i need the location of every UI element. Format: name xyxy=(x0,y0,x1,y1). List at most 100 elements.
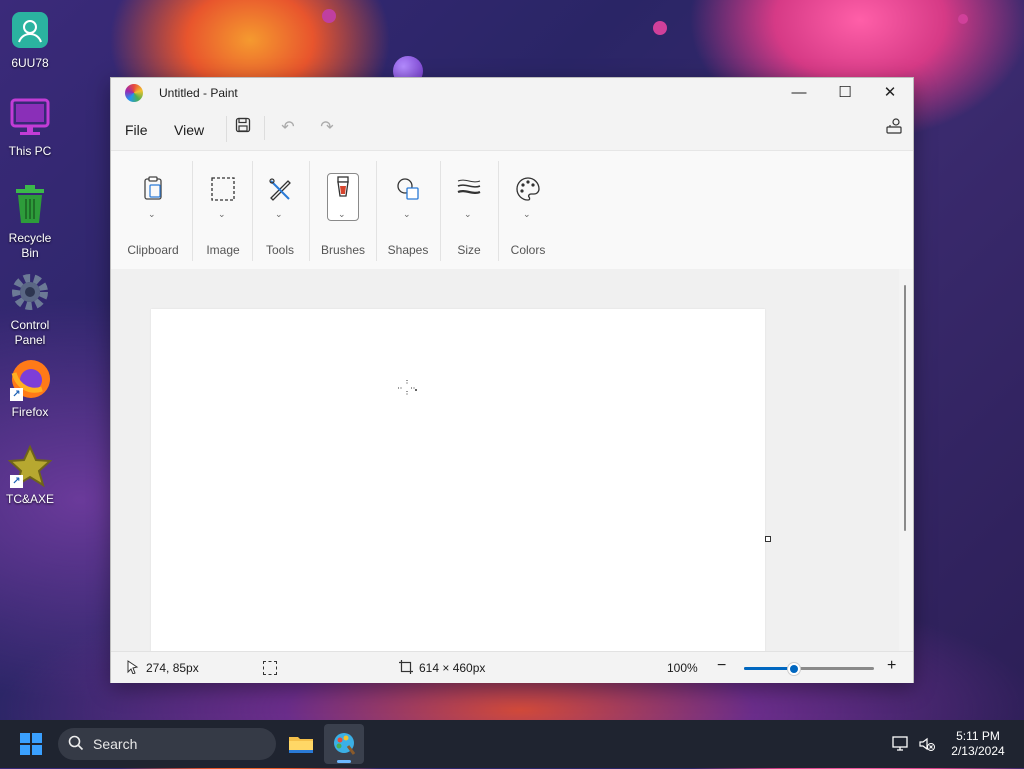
shortcut-arrow-icon: ↗ xyxy=(10,475,23,488)
desktop-icon-user[interactable]: 6UU78 xyxy=(2,8,58,71)
minimize-button[interactable]: — xyxy=(776,78,822,108)
canvas-size: 614 × 460px xyxy=(419,661,486,675)
title-bar[interactable]: Untitled - Paint — ☐ ✕ xyxy=(111,78,913,108)
menu-divider xyxy=(226,116,227,142)
redo-icon[interactable]: ↷ xyxy=(316,117,338,139)
vertical-scrollbar[interactable] xyxy=(899,269,913,651)
chevron-down-icon: ⌄ xyxy=(338,209,346,219)
ribbon-group-brushes[interactable]: ⌄ Brushes xyxy=(311,151,375,269)
ribbon-group-label: Tools xyxy=(265,243,294,257)
palette-icon xyxy=(512,173,544,205)
ribbon: ⌄ Clipboard ⌄ Image ⌄ Tools ⌄ Brushes ⌄ … xyxy=(111,150,913,270)
clipboard-icon xyxy=(137,173,169,205)
ribbon-group-clipboard[interactable]: ⌄ Clipboard xyxy=(121,151,185,269)
firefox-icon: ↗ xyxy=(8,357,52,401)
crosshair-cursor-icon xyxy=(397,379,419,397)
desktop-icon-label: TC&AXE xyxy=(5,492,54,506)
desktop-icon-label: Control Panel xyxy=(10,318,50,347)
gear-icon xyxy=(8,270,52,314)
size-icon xyxy=(453,173,485,205)
account-settings-icon[interactable] xyxy=(883,117,905,139)
file-explorer-icon[interactable] xyxy=(281,724,321,764)
desktop-icon-tcaxe[interactable]: ↗ TC&AXE xyxy=(2,444,58,507)
paint-window: Untitled - Paint — ☐ ✕ File View ↶ ↷ ⌄ C… xyxy=(110,77,914,683)
ribbon-group-shapes[interactable]: ⌄ Shapes xyxy=(377,151,439,269)
ribbon-group-image[interactable]: ⌄ Image xyxy=(195,151,251,269)
star-icon: ↗ xyxy=(7,444,53,488)
ribbon-group-label: Image xyxy=(206,243,240,257)
wallpaper-orb xyxy=(322,9,336,23)
shortcut-arrow-icon: ↗ xyxy=(10,388,23,401)
clock-date: 2/13/2024 xyxy=(951,744,1005,758)
chevron-down-icon: ⌄ xyxy=(403,209,411,219)
zoom-slider-thumb[interactable] xyxy=(787,662,802,676)
selection-icon xyxy=(207,173,239,205)
wallpaper-orb xyxy=(653,21,667,35)
zoom-out-button[interactable]: − xyxy=(717,657,726,675)
canvas-resize-handle[interactable] xyxy=(765,536,771,542)
chevron-down-icon: ⌄ xyxy=(148,209,156,219)
menu-divider xyxy=(264,116,265,140)
close-button[interactable]: ✕ xyxy=(867,78,913,108)
volume-muted-icon[interactable] xyxy=(918,735,936,753)
scrollbar-thumb[interactable] xyxy=(904,285,906,531)
wallpaper-orb xyxy=(958,14,968,24)
desktop-icon-label: 6UU78 xyxy=(11,56,49,70)
ribbon-group-size[interactable]: ⌄ Size xyxy=(441,151,497,269)
search-icon xyxy=(68,735,84,751)
pointer-icon xyxy=(127,660,139,675)
desktop-icon-recycle-bin[interactable]: Recycle Bin xyxy=(2,183,58,261)
clock-time: 5:11 PM xyxy=(956,729,1000,743)
shapes-icon xyxy=(392,173,424,205)
chevron-down-icon: ⌄ xyxy=(523,209,531,219)
drawing-canvas[interactable] xyxy=(151,309,765,651)
chevron-down-icon: ⌄ xyxy=(275,209,283,219)
ribbon-divider xyxy=(309,161,310,261)
desktop-icon-label: Firefox xyxy=(11,405,49,419)
recycle-bin-icon xyxy=(8,183,52,227)
clock[interactable]: 5:11 PM 2/13/2024 xyxy=(946,729,1010,759)
paint-taskbar-icon[interactable] xyxy=(324,724,364,764)
ribbon-group-label: Size xyxy=(457,243,481,257)
brush-icon xyxy=(327,173,359,205)
tools-icon xyxy=(264,173,296,205)
user-folder-icon xyxy=(8,8,52,52)
maximize-button[interactable]: ☐ xyxy=(822,78,868,108)
save-icon[interactable] xyxy=(232,117,254,139)
status-bar: 274, 85px 614 × 460px 100% − + xyxy=(111,651,913,683)
chevron-down-icon: ⌄ xyxy=(464,209,472,219)
ribbon-group-label: Colors xyxy=(510,243,546,257)
taskbar-search[interactable]: Search xyxy=(58,728,276,760)
search-placeholder: Search xyxy=(93,736,138,752)
menu-file[interactable]: File xyxy=(125,122,148,138)
window-title: Untitled - Paint xyxy=(159,86,238,100)
desktop-icon-label: This PC xyxy=(8,144,52,158)
zoom-slider-fill xyxy=(744,667,794,670)
ribbon-group-tools[interactable]: ⌄ Tools xyxy=(253,151,307,269)
active-app-indicator xyxy=(337,760,351,763)
desktop-icon-firefox[interactable]: ↗ Firefox xyxy=(2,357,58,420)
network-icon[interactable] xyxy=(892,735,910,753)
selection-size-icon xyxy=(263,661,277,675)
canvas-size-icon xyxy=(399,660,413,674)
zoom-level: 100% xyxy=(667,661,698,675)
ribbon-group-label: Clipboard xyxy=(127,243,179,257)
windows-start-icon[interactable] xyxy=(20,733,42,755)
chevron-down-icon: ⌄ xyxy=(218,209,226,219)
desktop-icon-this-pc[interactable]: This PC xyxy=(2,96,58,159)
monitor-icon xyxy=(8,96,52,140)
ribbon-group-label: Brushes xyxy=(320,243,366,257)
cursor-position: 274, 85px xyxy=(146,661,199,675)
taskbar: Search 5:11 PM 2/13/2024 xyxy=(0,720,1024,768)
desktop-icon-control-panel[interactable]: Control Panel xyxy=(2,270,58,348)
undo-icon[interactable]: ↶ xyxy=(277,117,299,139)
ribbon-group-label: Shapes xyxy=(387,243,429,257)
zoom-slider[interactable] xyxy=(744,662,874,676)
ribbon-divider xyxy=(192,161,193,261)
menu-view[interactable]: View xyxy=(174,122,204,138)
ribbon-group-colors[interactable]: ⌄ Colors xyxy=(499,151,557,269)
canvas-area[interactable] xyxy=(111,269,899,651)
zoom-in-button[interactable]: + xyxy=(887,657,896,675)
paint-app-icon xyxy=(125,84,143,102)
desktop-icon-label: Recycle Bin xyxy=(8,231,52,260)
